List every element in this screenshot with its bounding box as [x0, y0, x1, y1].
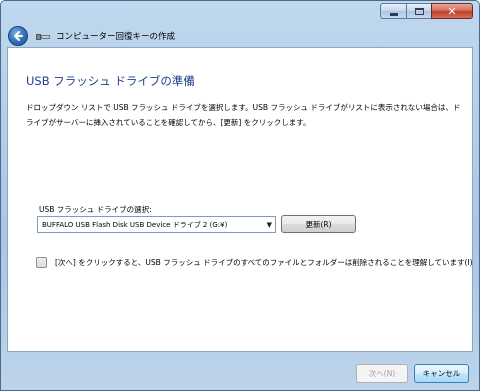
confirm-delete-checkbox[interactable]	[36, 257, 47, 268]
minimize-icon	[389, 12, 398, 16]
wizard-window: ✕ コンピューター回復キーの作成 USB フラッシュ ドライブの準備 ドロップダ…	[0, 0, 480, 391]
close-icon: ✕	[447, 4, 457, 18]
maximize-icon	[414, 7, 424, 15]
window-title: コンピューター回復キーの作成	[56, 32, 176, 42]
minimize-button[interactable]	[380, 3, 406, 19]
drive-key-icon	[36, 32, 50, 41]
refresh-button[interactable]: 更新(R)	[281, 215, 356, 233]
drive-select-label: USB フラッシュ ドライブの選択:	[39, 205, 152, 214]
page-heading: USB フラッシュ ドライブの準備	[26, 74, 195, 88]
next-button[interactable]: 次へ(N)	[356, 364, 408, 383]
content-panel: USB フラッシュ ドライブの準備 ドロップダウン リストで USB フラッシュ…	[7, 47, 473, 352]
close-button[interactable]: ✕	[431, 3, 473, 19]
back-button[interactable]	[8, 26, 28, 46]
cancel-button[interactable]: キャンセル	[414, 364, 469, 383]
window-controls: ✕	[380, 3, 473, 19]
instructions-text: ドロップダウン リストで USB フラッシュ ドライブを選択します。USB フラ…	[26, 103, 461, 127]
confirm-delete-label[interactable]: [次へ] をクリックすると、USB フラッシュ ドライブのすべてのファイルとフォ…	[55, 257, 473, 268]
back-arrow-icon	[14, 31, 23, 41]
drive-select-value: BUFFALO USB Flash Disk USB Device ドライブ 2…	[42, 220, 228, 229]
wizard-header: コンピューター回復キーの作成	[8, 25, 175, 47]
dropdown-arrow-icon: ▼	[266, 221, 272, 229]
wizard-footer: 次へ(N) キャンセル	[1, 352, 479, 390]
confirm-delete-row: [次へ] をクリックすると、USB フラッシュ ドライブのすべてのファイルとフォ…	[36, 257, 473, 268]
maximize-button[interactable]	[406, 3, 431, 19]
drive-select[interactable]: BUFFALO USB Flash Disk USB Device ドライブ 2…	[37, 216, 276, 233]
